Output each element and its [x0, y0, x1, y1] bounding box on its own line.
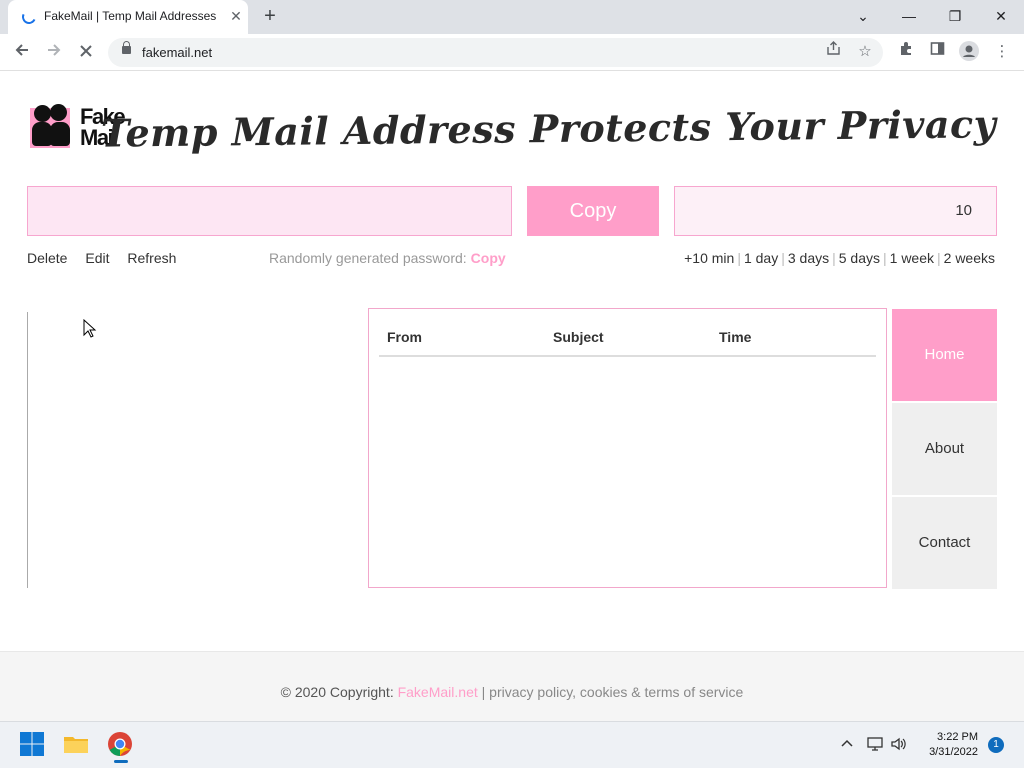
profile-icon[interactable]	[958, 41, 980, 63]
tab-search-chevron-icon[interactable]: ⌄	[851, 5, 875, 27]
email-actions: Delete Edit Refresh	[27, 250, 190, 266]
logo-body-left	[32, 122, 52, 146]
loading-spinner-icon	[20, 8, 38, 26]
column-subject: Subject	[553, 329, 604, 345]
extend-3days[interactable]: 3 days	[788, 250, 829, 266]
extend-1day[interactable]: 1 day	[744, 250, 778, 266]
back-arrow-icon[interactable]	[10, 41, 34, 63]
minimize-button[interactable]: —	[897, 5, 921, 27]
time-remaining-field[interactable]: 10	[674, 186, 997, 236]
edit-link[interactable]: Edit	[85, 250, 109, 266]
browser-tab[interactable]: FakeMail | Temp Mail Addresses ✕	[8, 0, 248, 34]
nav-about[interactable]: About	[892, 403, 997, 495]
extensions-icon[interactable]	[895, 41, 917, 63]
headline: Temp Mail Address Protects Your Privacy	[100, 101, 997, 156]
extend-1week[interactable]: 1 week	[890, 250, 934, 266]
mouse-cursor-icon	[83, 319, 97, 338]
tab-close-icon[interactable]: ✕	[228, 8, 244, 24]
star-icon[interactable]: ☆	[854, 41, 876, 63]
copy-password-link[interactable]: Copy	[471, 250, 506, 266]
side-panel-icon[interactable]	[926, 41, 948, 63]
url-text[interactable]: fakemail.net	[142, 45, 212, 60]
logo-head-right	[50, 104, 67, 121]
address-bar[interactable]: fakemail.net ☆	[108, 38, 883, 67]
password-row: Randomly generated password: Copy	[269, 250, 506, 266]
logo-head-left	[34, 105, 51, 122]
new-tab-button[interactable]: +	[260, 6, 280, 26]
file-explorer-icon[interactable]	[62, 730, 92, 760]
column-from: From	[387, 329, 422, 345]
chrome-icon[interactable]	[106, 730, 136, 763]
windows-taskbar: 3:22 PM 3/31/2022 1	[0, 721, 1024, 768]
windows-start-icon[interactable]	[18, 730, 48, 760]
password-label: Randomly generated password:	[269, 250, 467, 266]
menu-icon[interactable]: ⋮	[991, 41, 1013, 63]
footer-copyright: © 2020 Copyright:	[280, 684, 394, 700]
extend-10min[interactable]: +10 min	[684, 250, 734, 266]
footer: © 2020 Copyright: FakeMail.net | privacy…	[0, 651, 1024, 721]
nav-contact[interactable]: Contact	[892, 497, 997, 589]
tab-strip: FakeMail | Temp Mail Addresses ✕ + ⌄ — ❐…	[0, 0, 1024, 34]
refresh-link[interactable]: Refresh	[127, 250, 176, 266]
browser-toolbar: fakemail.net ☆ ⋮	[0, 34, 1024, 71]
column-time: Time	[719, 329, 752, 345]
restore-button[interactable]: ❐	[943, 5, 967, 27]
side-navigation: Home About Contact	[892, 309, 997, 591]
footer-brand-link[interactable]: FakeMail.net	[398, 684, 478, 700]
clock-date: 3/31/2022	[929, 746, 978, 758]
lock-icon[interactable]	[122, 41, 131, 54]
inbox-table: From Subject Time	[368, 308, 887, 588]
forward-arrow-icon[interactable]	[42, 41, 66, 63]
taskbar-clock[interactable]: 3:22 PM 3/31/2022	[922, 730, 978, 760]
active-app-indicator	[114, 760, 128, 763]
extend-2weeks[interactable]: 2 weeks	[944, 250, 995, 266]
logo-body-right	[50, 122, 70, 146]
email-address-field[interactable]	[27, 186, 512, 236]
nav-home[interactable]: Home	[892, 309, 997, 401]
stop-loading-icon[interactable]	[74, 41, 98, 63]
notification-badge[interactable]: 1	[988, 737, 1004, 753]
close-window-button[interactable]: ✕	[989, 5, 1013, 27]
volume-icon[interactable]	[890, 736, 908, 755]
tab-title: FakeMail | Temp Mail Addresses	[44, 9, 217, 23]
footer-policy-links[interactable]: | privacy policy, cookies & terms of ser…	[482, 684, 744, 700]
header-divider	[379, 355, 876, 357]
network-icon[interactable]	[866, 736, 884, 755]
delete-link[interactable]: Delete	[27, 250, 67, 266]
copy-email-button[interactable]: Copy	[527, 186, 659, 236]
extend-5days[interactable]: 5 days	[839, 250, 880, 266]
share-icon[interactable]	[822, 41, 844, 63]
clock-time: 3:22 PM	[937, 731, 978, 743]
chevron-up-icon[interactable]	[840, 736, 854, 753]
extend-time-links: +10 min | 1 day | 3 days | 5 days | 1 week | 2 wee…	[684, 250, 995, 266]
ad-placeholder-border	[27, 312, 28, 588]
